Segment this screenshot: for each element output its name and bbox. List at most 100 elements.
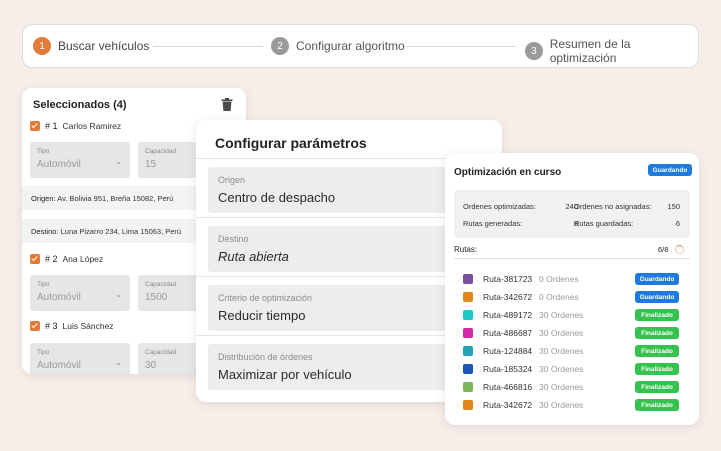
route-orders: 30 Ordenes: [539, 346, 584, 356]
routes-count: 6/8: [658, 245, 669, 254]
field-value: Automóvil: [37, 292, 81, 303]
route-color-swatch: [463, 400, 473, 410]
field-value: Reducir tiempo: [218, 308, 306, 323]
field-value: Automóvil: [37, 360, 81, 371]
field-label: Tipo: [37, 281, 50, 288]
route-name: Ruta-124884: [483, 346, 533, 356]
stat-label: Ordenes no asignadas:: [574, 202, 652, 211]
route-status-badge: Finalizado: [635, 381, 679, 393]
step-buscar-vehiculos[interactable]: 1 Buscar vehículos: [33, 37, 149, 55]
route-color-swatch: [463, 310, 473, 320]
route-status-badge: Finalizado: [635, 345, 679, 357]
driver-name: Luis Sánchez: [62, 321, 114, 331]
vehicle-type-select[interactable]: Tipo Automóvil ⌄: [30, 142, 130, 178]
field-value: 15: [145, 159, 157, 170]
field-value: 1500: [145, 292, 168, 303]
route-color-swatch: [463, 292, 473, 302]
checkbox[interactable]: [30, 254, 40, 264]
stat-label: Rutas guardadas:: [574, 219, 634, 228]
route-status-badge: Finalizado: [635, 399, 679, 411]
vehicle-type-select[interactable]: Tipo Automóvil ⌄: [30, 343, 130, 374]
field-label: Capacidad: [145, 349, 177, 356]
routes-label: Rutas:: [454, 245, 478, 254]
route-color-swatch: [463, 346, 473, 356]
step-connector: [406, 46, 516, 47]
step-resumen-optimizacion[interactable]: 3 Resumen de la optimización: [525, 37, 698, 65]
field-value: Centro de despacho: [218, 190, 336, 205]
route-name: Ruta-342672: [483, 292, 533, 302]
route-orders: 30 Ordenes: [539, 310, 584, 320]
route-orders: 30 Ordenes: [539, 382, 584, 392]
step-number: 1: [33, 37, 51, 55]
origin-value: Av. Bolivia 951, Breña 15082, Perú: [57, 194, 174, 203]
route-orders: 0 Ordenes: [539, 274, 579, 284]
route-status-badge: Finalizado: [635, 309, 679, 321]
stat-value: 150: [667, 202, 680, 211]
step-label: Configurar algoritmo: [296, 39, 405, 53]
step-number: 2: [271, 37, 289, 55]
route-status-badge: Guardando: [635, 291, 679, 303]
stat-label: Rutas generadas:: [463, 219, 523, 228]
field-label: Tipo: [37, 148, 50, 155]
vehicle-type-select[interactable]: Tipo Automóvil ⌄: [30, 275, 130, 311]
config-title: Configurar parámetros: [215, 135, 367, 151]
route-name: Ruta-466816: [483, 382, 533, 392]
destination-value: Luna Pizarro 234, Lima 15063, Perú: [60, 227, 182, 236]
vehicle-row-3[interactable]: # 3 Luis Sánchez: [30, 321, 114, 331]
stepper: 1 Buscar vehículos 2 Configurar algoritm…: [22, 24, 699, 68]
field-value: Maximizar por vehículo: [218, 367, 352, 382]
route-orders: 30 Ordenes: [539, 328, 584, 338]
step-number: 3: [525, 42, 543, 60]
step-label: Resumen de la optimización: [549, 37, 631, 65]
field-label: Origen: [218, 175, 246, 185]
step-label: Buscar vehículos: [58, 39, 150, 53]
route-orders: 30 Ordenes: [539, 364, 584, 374]
route-name: Ruta-486687: [483, 328, 533, 338]
route-name: Ruta-381723: [483, 274, 533, 284]
stat-value: 6: [675, 219, 680, 228]
chevron-down-icon: ⌄: [115, 358, 122, 367]
field-label: Capacidad: [145, 281, 177, 288]
route-status-badge: Guardando: [635, 273, 679, 285]
route-color-swatch: [463, 364, 473, 374]
loading-spinner-icon: [675, 245, 684, 254]
vehicle-number: # 2: [45, 254, 58, 264]
trash-icon[interactable]: [221, 98, 233, 111]
route-name: Ruta-342672: [483, 400, 533, 410]
checkbox[interactable]: [30, 121, 40, 131]
route-color-swatch: [463, 274, 473, 284]
status-badge: Guardando: [648, 164, 692, 176]
vehicle-row-1[interactable]: # 1 Carlos Ramirez: [30, 121, 121, 131]
step-configurar-algoritmo[interactable]: 2 Configurar algoritmo: [271, 37, 405, 55]
route-color-swatch: [463, 328, 473, 338]
field-label: Destino: [218, 234, 249, 244]
vehicle-number: # 1: [45, 121, 58, 131]
route-status-badge: Finalizado: [635, 327, 679, 339]
route-orders: 0 Ordenes: [539, 292, 579, 302]
field-value: Automóvil: [37, 159, 81, 170]
field-value: Ruta abierta: [218, 249, 289, 264]
route-orders: 30 Ordenes: [539, 400, 584, 410]
field-label: Distribución de órdenes: [218, 352, 313, 362]
driver-name: Ana López: [62, 254, 104, 264]
field-label: Tipo: [37, 349, 50, 356]
checkbox[interactable]: [30, 321, 40, 331]
selected-title: Seleccionados (4): [33, 99, 127, 111]
optimization-title: Optimización en curso: [454, 167, 562, 178]
route-name: Ruta-185324: [483, 364, 533, 374]
field-label: Criterio de optimización: [218, 293, 313, 303]
vehicle-number: # 3: [45, 321, 58, 331]
vehicle-row-2[interactable]: # 2 Ana López: [30, 254, 103, 264]
route-color-swatch: [463, 382, 473, 392]
step-connector: [153, 46, 263, 47]
origin-label: Origen:: [31, 194, 56, 203]
route-name: Ruta-489172: [483, 310, 533, 320]
optimization-progress-card: Optimización en curso Guardando Ordenes …: [445, 153, 699, 425]
route-status-badge: Finalizado: [635, 363, 679, 375]
chevron-down-icon: ⌄: [115, 290, 122, 299]
divider: [454, 258, 690, 259]
field-value: 30: [145, 360, 157, 371]
field-label: Capacidad: [145, 148, 177, 155]
destination-label: Destino:: [31, 227, 59, 236]
stat-label: Ordenes optimizadas:: [463, 202, 536, 211]
